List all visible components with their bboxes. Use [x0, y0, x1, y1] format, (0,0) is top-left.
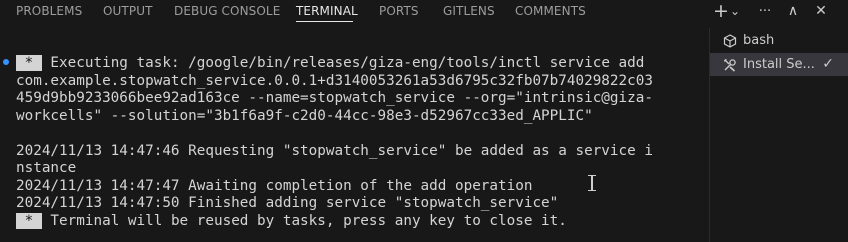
tab-output[interactable]: OUTPUT — [103, 4, 153, 18]
launch-profile-button[interactable]: ⌄ — [728, 1, 742, 21]
tab-gitlens[interactable]: GITLENS — [443, 4, 495, 18]
maximize-panel-button[interactable]: ∧ — [782, 1, 804, 21]
panel-actions: + ⌄ ··· ∧ ✕ — [710, 0, 840, 22]
chevron-down-icon: ⌄ — [729, 4, 741, 18]
terminal-tab-bash[interactable]: bash — [710, 29, 848, 52]
command-decoration-icon[interactable] — [3, 59, 9, 65]
more-actions-button[interactable]: ··· — [754, 1, 776, 21]
terminal-line: com.example.stopwatch_service.0.0.1+d314… — [16, 72, 653, 89]
reuse-marker: * — [16, 212, 42, 229]
check-icon: ✓ — [822, 56, 834, 72]
tab-ports[interactable]: PORTS — [379, 4, 419, 18]
plus-icon: + — [713, 0, 729, 22]
text-cursor-icon — [588, 175, 596, 191]
task-marker: * — [16, 55, 42, 71]
tools-icon — [722, 57, 738, 73]
active-tab-indicator — [296, 21, 353, 22]
terminal-line: * Executing task: /google/bin/releases/g… — [16, 55, 706, 73]
tab-terminal[interactable]: TERMINAL — [296, 4, 358, 18]
terminal-line: 2024/11/13 14:47:50 Finished adding serv… — [16, 195, 559, 211]
close-panel-button[interactable]: ✕ — [810, 1, 832, 21]
ellipsis-icon: ··· — [758, 3, 772, 19]
terminal-tab-label: Install Se... — [743, 57, 815, 72]
chevron-up-icon: ∧ — [787, 3, 799, 19]
terminal-line: * Terminal will be reused by tasks, pres… — [16, 212, 706, 231]
terminal-icon — [722, 33, 738, 49]
tab-comments[interactable]: COMMENTS — [515, 4, 586, 18]
terminal-output[interactable]: * Executing task: /google/bin/releases/g… — [16, 55, 706, 230]
terminal-line: workcells" --solution="3b1f6a9f-c2d0-44c… — [16, 107, 593, 124]
tab-problems[interactable]: PROBLEMS — [16, 4, 82, 18]
terminal-line: nstance — [16, 160, 77, 176]
terminal-line: 2024/11/13 14:47:47 Awaiting completion … — [16, 177, 533, 194]
terminal-tabs-list: bash Install Se... ✓ — [709, 28, 848, 242]
terminal-tab-label: bash — [743, 33, 775, 48]
terminal-line: 459d9bb9233066bee92ad163ce --name=stopwa… — [16, 90, 653, 106]
close-icon: ✕ — [815, 3, 827, 19]
panel-tab-bar: PROBLEMS OUTPUT DEBUG CONSOLE TERMINAL P… — [0, 0, 848, 22]
task-command-text: Executing task: /google/bin/releases/giz… — [41, 55, 645, 71]
reuse-message-text: Terminal will be reused by tasks, press … — [41, 212, 567, 229]
terminal-tab-install-service[interactable]: Install Se... ✓ — [710, 53, 848, 76]
terminal-line: 2024/11/13 14:47:46 Requesting "stopwatc… — [16, 142, 653, 159]
tab-debug-console[interactable]: DEBUG CONSOLE — [174, 4, 280, 18]
